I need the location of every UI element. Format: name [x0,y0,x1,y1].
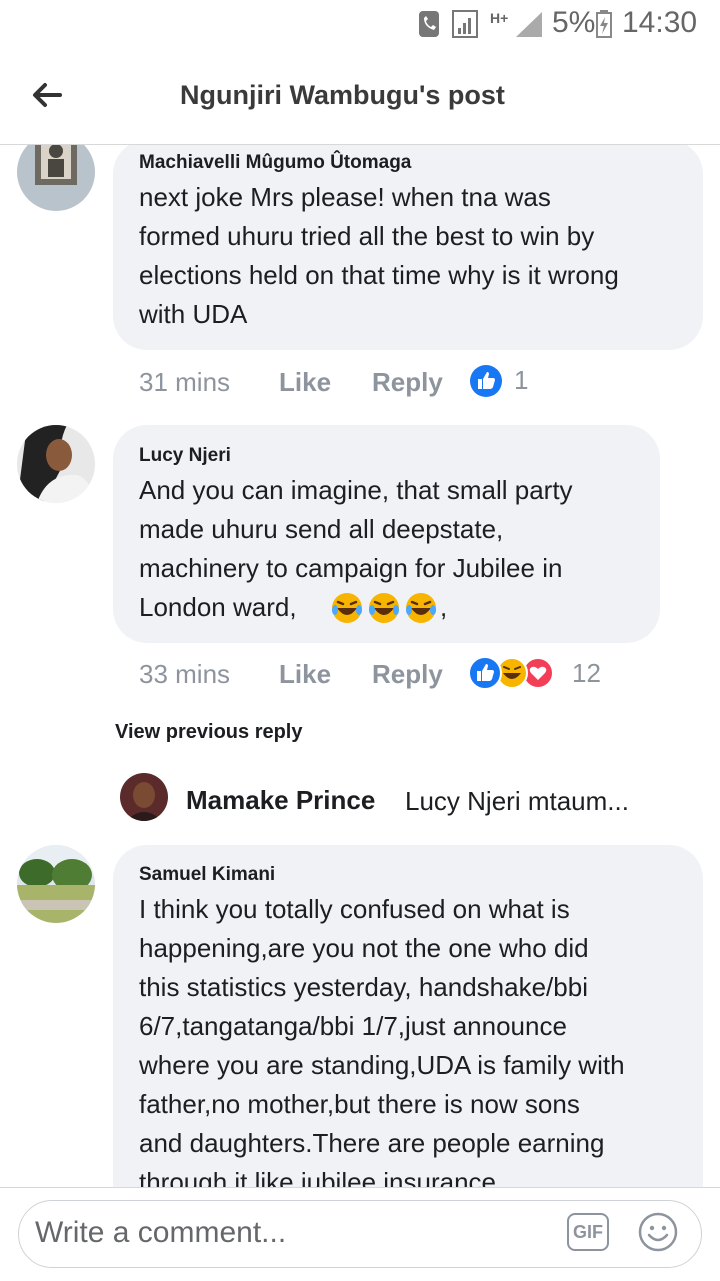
laughing-emoji-icon [332,593,436,623]
battery-percent: 5% [552,6,596,39]
status-bar: H+ 5% 14:30 [0,0,720,48]
comment-author[interactable]: Lucy Njeri [139,445,231,467]
comment-time: 31 mins [139,367,231,397]
avatar[interactable] [17,845,95,923]
emoji-icon[interactable] [637,1211,679,1253]
reply-button[interactable]: Reply [372,659,443,690]
reply-author[interactable]: Mamake Prince [186,785,375,816]
comment-placeholder: Write a comment... [35,1216,287,1249]
signal-box-icon [452,10,478,38]
avatar[interactable] [17,145,95,211]
reply-snippet[interactable]: Lucy Njeri mtaum... [405,786,629,817]
reaction-count[interactable]: 12 [572,658,601,689]
avatar[interactable] [17,425,95,503]
back-arrow-icon[interactable] [30,78,64,112]
view-previous-reply-link[interactable]: View previous reply [115,721,303,744]
avatar[interactable] [120,773,168,821]
post-header: Ngunjiri Wambugu's post [0,48,720,145]
reply-button[interactable]: Reply [372,367,443,398]
battery-icon [596,10,612,38]
comment-input[interactable]: Write a comment... GIF [18,1200,702,1268]
comment-trailing: , [440,592,448,622]
call-icon [419,11,439,37]
comment-composer: Write a comment... GIF [0,1187,720,1281]
cell-signal-icon [516,12,542,37]
gif-button[interactable]: GIF [567,1213,609,1251]
comment-time: 33 mins [139,659,231,689]
clock: 14:30 [622,6,698,39]
network-type: H+ [490,10,509,26]
comment-text: I think you totally confused on what is … [139,894,625,1187]
reaction-stack-icon[interactable] [468,656,560,690]
comment-author[interactable]: Samuel Kimani [139,864,275,886]
comment-feed[interactable]: Machiavelli Mûgumo Ûtomaga next joke Mrs… [0,145,720,1187]
page-title: Ngunjiri Wambugu's post [180,80,505,110]
like-reaction-icon[interactable] [469,364,503,398]
comment-author[interactable]: Machiavelli Mûgumo Ûtomaga [139,152,411,174]
like-button[interactable]: Like [279,659,331,690]
reaction-count[interactable]: 1 [514,365,528,396]
like-button[interactable]: Like [279,367,331,398]
comment-text: next joke Mrs please! when tna was forme… [139,182,619,329]
